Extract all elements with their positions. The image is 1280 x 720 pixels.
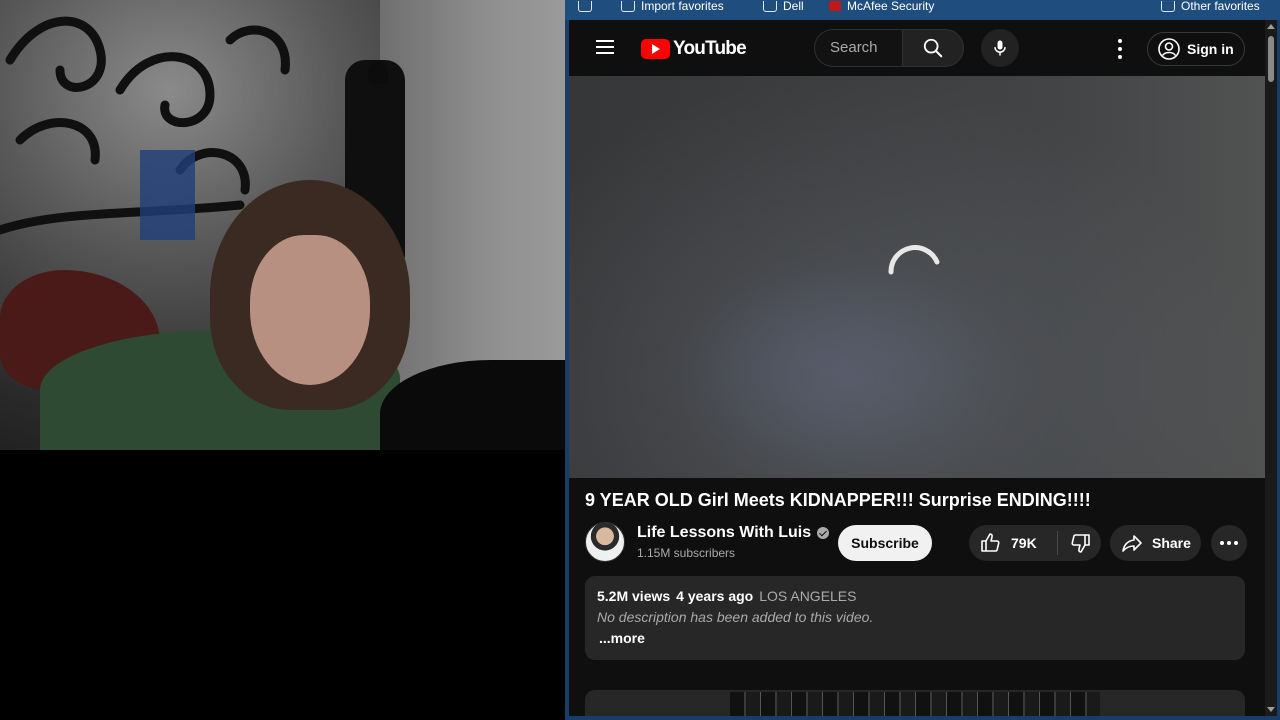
sign-in-label: Sign in <box>1187 41 1234 57</box>
view-count: 5.2M views <box>597 588 671 604</box>
search-icon <box>923 38 943 58</box>
search-button[interactable] <box>902 29 964 67</box>
thumbs-down-icon <box>1070 534 1090 553</box>
next-video-card[interactable] <box>585 690 1245 716</box>
youtube-logo-text: YouTube <box>673 38 747 59</box>
video-location: LOS ANGELES <box>759 588 857 604</box>
subscriber-count: 1.15M subscribers <box>637 546 736 560</box>
description-meta: 5.2M views 4 years ago LOS ANGELES <box>597 588 1233 604</box>
video-player[interactable] <box>569 76 1265 478</box>
favorite-mcafee[interactable]: McAfee Security <box>829 0 934 12</box>
sign-in-button[interactable]: Sign in <box>1147 32 1245 66</box>
thumbs-up-icon <box>981 533 1000 552</box>
webcam-person-face <box>250 235 370 385</box>
youtube-play-icon <box>641 39 670 59</box>
channel-name-link[interactable]: Life Lessons With Luis <box>637 524 830 542</box>
webcam-blue-object <box>140 150 195 240</box>
favorite-dell-label: Dell <box>783 0 804 13</box>
folder-icon <box>763 0 777 12</box>
search-input[interactable]: Search <box>814 29 902 67</box>
youtube-logo[interactable]: YouTube <box>641 38 747 60</box>
youtube-header: YouTube Search Sign in <box>569 20 1265 76</box>
channel-avatar[interactable] <box>585 522 625 562</box>
mcafee-icon <box>829 1 841 11</box>
page-scrollbar[interactable] <box>1265 20 1277 716</box>
like-button[interactable]: 79K <box>969 531 1057 555</box>
scroll-up-arrow-icon[interactable] <box>1267 24 1275 29</box>
browser-window: Import favorites Dell McAfee Security Ot… <box>565 0 1280 720</box>
collections-icon <box>578 0 592 12</box>
show-more-link[interactable]: ...more <box>597 630 1233 646</box>
favorites-bar: Import favorites Dell McAfee Security Ot… <box>565 0 1280 20</box>
menu-icon[interactable] <box>596 40 614 54</box>
dislike-button[interactable] <box>1058 531 1101 555</box>
scrollbar-thumb[interactable] <box>1268 36 1274 82</box>
next-video-thumbnail <box>730 692 1100 716</box>
like-dislike-group: 79K <box>969 525 1101 561</box>
verified-check-icon <box>817 527 830 539</box>
account-icon <box>1158 38 1180 60</box>
favorites-bar-icon[interactable] <box>578 0 592 12</box>
favorite-import[interactable]: Import favorites <box>621 0 724 12</box>
voice-search-button[interactable] <box>981 29 1019 67</box>
more-actions-button[interactable] <box>1211 525 1247 561</box>
loading-spinner-icon <box>888 245 940 275</box>
description-box[interactable]: 5.2M views 4 years ago LOS ANGELES No de… <box>585 576 1245 660</box>
channel-name: Life Lessons With Luis <box>637 524 812 541</box>
microphone-icon <box>994 40 1006 56</box>
scroll-down-arrow-icon[interactable] <box>1267 707 1275 712</box>
favorite-other[interactable]: Other favorites <box>1161 0 1260 12</box>
settings-kebab-icon[interactable] <box>1112 39 1128 59</box>
upload-age: 4 years ago <box>676 588 754 604</box>
description-text: No description has been added to this vi… <box>597 609 874 625</box>
favorite-import-label: Import favorites <box>641 0 724 13</box>
favorite-mcafee-label: McAfee Security <box>847 0 935 13</box>
video-title: 9 YEAR OLD Girl Meets KIDNAPPER!!! Surpr… <box>585 490 1091 510</box>
subscribe-button[interactable]: Subscribe <box>838 525 932 561</box>
favorite-other-label: Other favorites <box>1181 0 1260 13</box>
folder-icon <box>1161 0 1175 12</box>
like-count: 79K <box>1011 535 1037 551</box>
share-icon <box>1122 535 1142 552</box>
youtube-page: YouTube Search Sign in 9 YEAR OLD Girl M… <box>569 20 1265 716</box>
webcam-feed <box>0 0 565 450</box>
favorite-dell[interactable]: Dell <box>763 0 804 12</box>
import-icon <box>621 0 635 12</box>
share-label: Share <box>1152 535 1191 551</box>
bedpost-knob <box>368 62 388 84</box>
share-button[interactable]: Share <box>1110 525 1201 561</box>
empty-black-panel <box>0 450 565 720</box>
